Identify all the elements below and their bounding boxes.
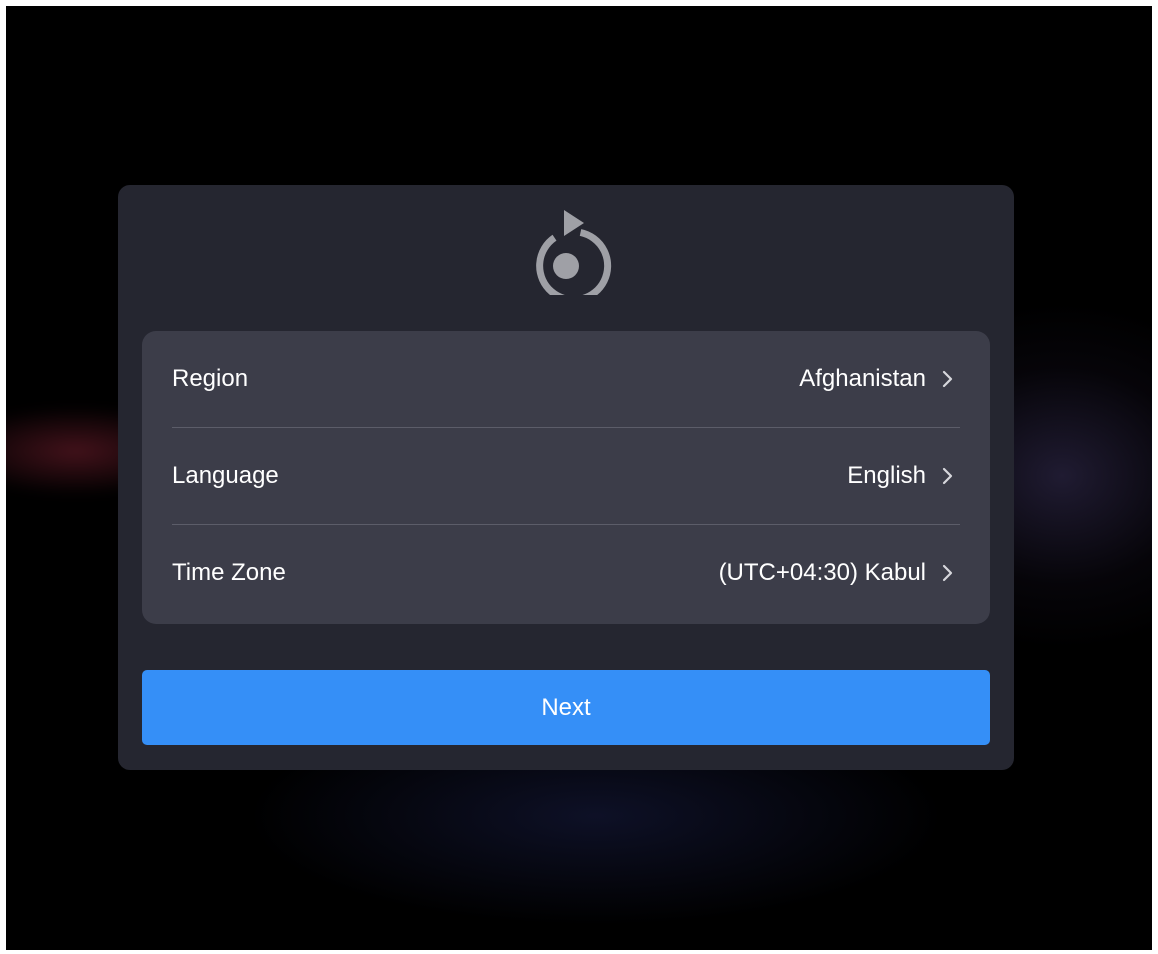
time-zone-label: Time Zone	[172, 559, 286, 586]
chevron-right-icon	[942, 466, 954, 486]
language-label: Language	[172, 462, 279, 489]
region-value: Afghanistan	[799, 365, 926, 392]
reset-setup-icon	[520, 203, 612, 304]
chevron-right-icon	[942, 563, 954, 583]
setup-screen: Region Afghanistan Language English Time…	[6, 6, 1152, 950]
setup-dialog: Region Afghanistan Language English Time…	[118, 185, 1014, 770]
time-zone-value-group: (UTC+04:30) Kabul	[719, 559, 954, 587]
language-value: English	[847, 462, 926, 489]
region-label: Region	[172, 365, 249, 392]
region-row[interactable]: Region Afghanistan	[172, 331, 960, 427]
time-zone-row[interactable]: Time Zone (UTC+04:30) Kabul	[172, 525, 960, 621]
settings-list: Region Afghanistan Language English Time…	[142, 331, 990, 624]
time-zone-value: (UTC+04:30) Kabul	[718, 559, 926, 586]
chevron-right-icon	[942, 369, 954, 389]
region-value-group: Afghanistan	[799, 365, 954, 393]
next-button[interactable]: Next	[142, 670, 990, 745]
language-row[interactable]: Language English	[172, 428, 960, 524]
language-value-group: English	[847, 462, 954, 490]
